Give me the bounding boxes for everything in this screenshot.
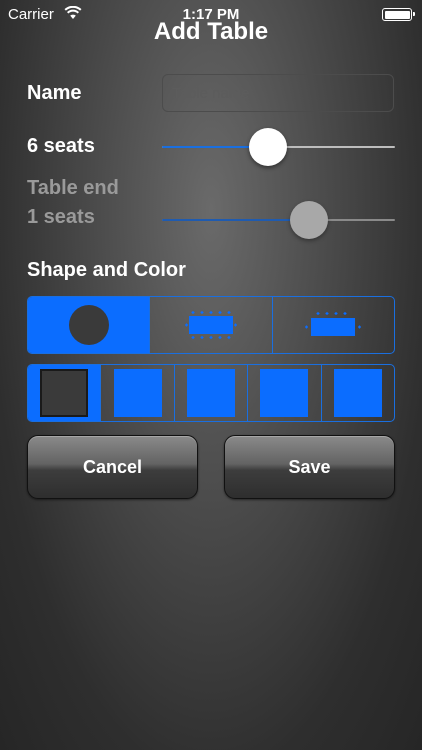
seats-slider-thumb[interactable]: [248, 128, 287, 166]
color-segmented-control: [27, 364, 395, 422]
table-end-slider[interactable]: [162, 200, 395, 240]
table-end-slider-fill: [162, 219, 309, 221]
shape-option-rect-top-ends[interactable]: [271, 297, 394, 353]
table-end-seats-label: 1 seats: [27, 206, 95, 228]
circle-table-icon: [68, 305, 109, 345]
save-button[interactable]: Save: [224, 435, 395, 499]
cancel-button[interactable]: Cancel: [27, 435, 198, 499]
name-label: Name: [27, 82, 82, 104]
seats-slider[interactable]: [162, 127, 395, 167]
color-option[interactable]: [320, 365, 394, 421]
color-swatch: [333, 369, 382, 417]
color-option[interactable]: [28, 365, 101, 421]
rect-table-top-ends-icon: [305, 312, 362, 336]
shape-option-rect-top-bottom[interactable]: [149, 297, 271, 353]
color-option[interactable]: [173, 365, 247, 421]
table-end-slider-thumb[interactable]: [289, 201, 328, 239]
table-name-input[interactable]: [162, 74, 394, 112]
color-swatch: [113, 369, 162, 417]
seats-label: 6 seats: [27, 135, 95, 157]
color-swatch: [40, 369, 89, 417]
table-end-label: Table end: [27, 177, 119, 199]
color-option[interactable]: [100, 365, 173, 421]
shape-color-label: Shape and Color: [27, 259, 186, 281]
shape-option-round[interactable]: [28, 297, 150, 353]
page-title: Add Table: [153, 18, 269, 45]
rect-table-top-bottom-icon: [184, 311, 237, 339]
color-swatch: [187, 369, 236, 417]
shape-segmented-control: [27, 296, 395, 354]
color-option[interactable]: [247, 365, 320, 421]
color-swatch: [260, 369, 309, 417]
